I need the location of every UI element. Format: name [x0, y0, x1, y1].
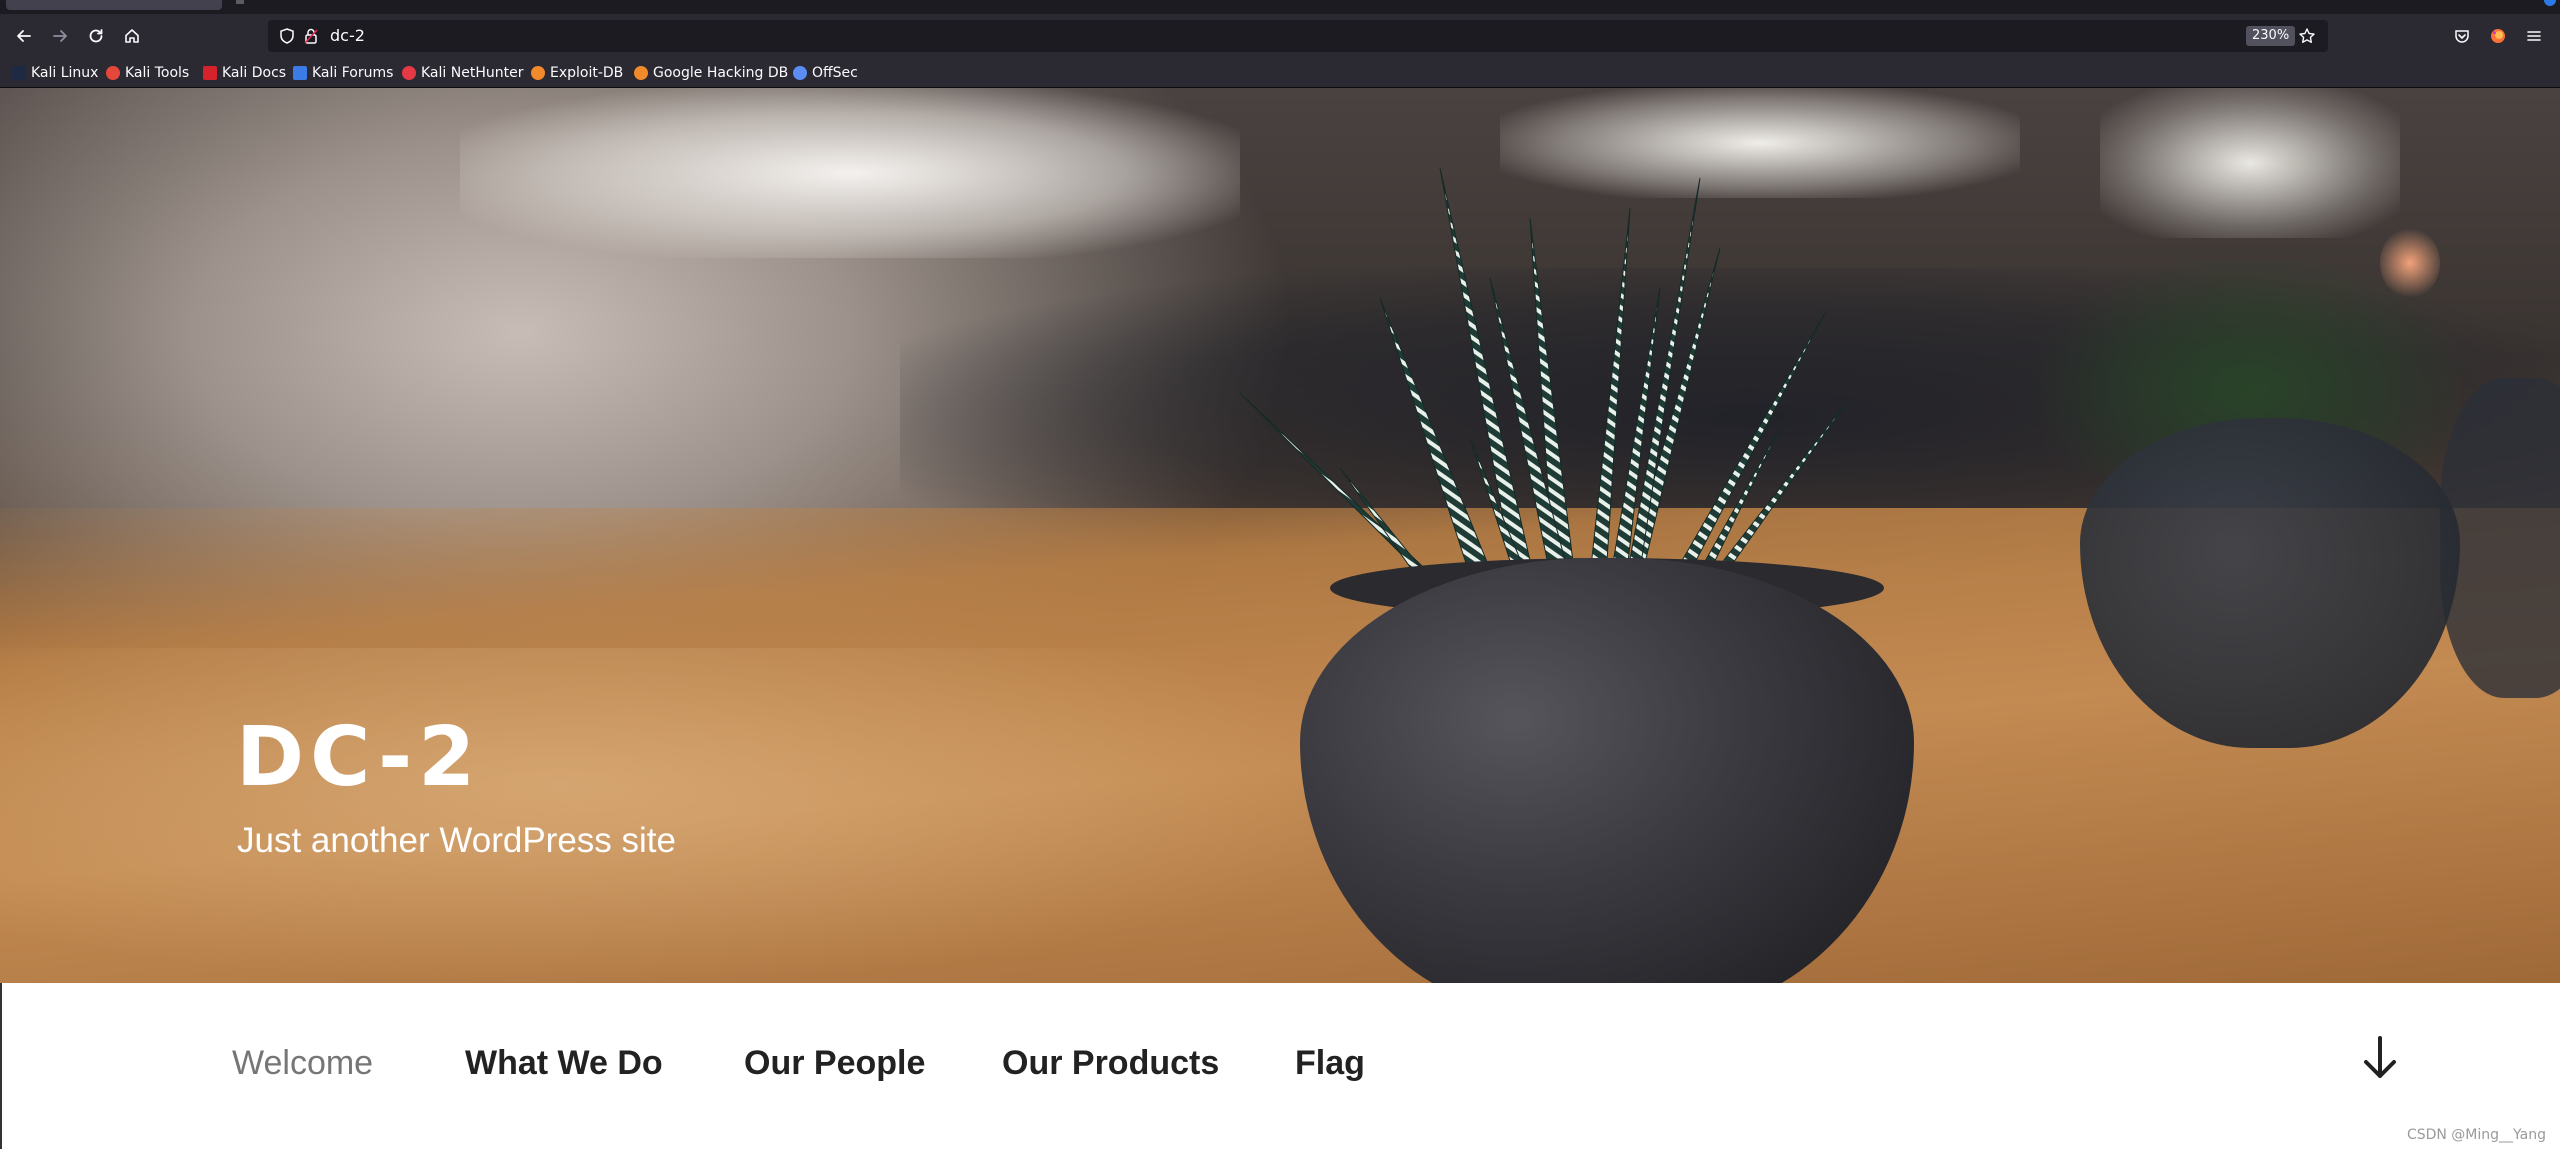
menu-item-our-people[interactable]: Our People	[744, 1044, 925, 1083]
bookmark-star-icon[interactable]	[2298, 27, 2316, 45]
bookmark-label: Kali Docs	[222, 65, 287, 81]
bookmark-exploit-db[interactable]: Exploit-DB	[531, 63, 623, 83]
exploit-db-icon	[531, 66, 545, 80]
bookmark-label: Kali Tools	[125, 65, 190, 81]
bookmark-label: OffSec	[812, 65, 858, 81]
kali-dragon-icon	[12, 66, 26, 80]
bookmark-label: Kali Linux	[31, 65, 99, 81]
forward-arrow-icon	[53, 30, 67, 42]
bookmark-kali-nethunter[interactable]: Kali NetHunter	[402, 63, 523, 83]
pocket-button[interactable]	[2448, 22, 2476, 50]
bookmark-kali-linux[interactable]: Kali Linux	[12, 63, 98, 83]
scroll-down-arrow-icon[interactable]	[2360, 1034, 2400, 1082]
nethunter-icon	[402, 66, 416, 80]
bookmark-kali-forums[interactable]: Kali Forums	[293, 63, 393, 83]
bookmark-label: Exploit-DB	[550, 65, 624, 81]
kali-docs-icon	[203, 66, 217, 80]
back-button[interactable]	[10, 22, 38, 50]
offsec-icon	[793, 66, 807, 80]
bookmark-label: Kali NetHunter	[421, 65, 524, 81]
firefox-icon	[2491, 29, 2505, 43]
tab-separator	[236, 0, 244, 4]
reload-button[interactable]	[82, 22, 110, 50]
plant-pot	[1300, 558, 1914, 983]
account-badge-icon[interactable]	[2544, 0, 2556, 6]
firefox-account-button[interactable]	[2484, 22, 2512, 50]
menu-item-what-we-do[interactable]: What We Do	[465, 1044, 663, 1083]
forward-button[interactable]	[46, 22, 74, 50]
kali-forums-icon	[293, 66, 307, 80]
site-tagline: Just another WordPress site	[237, 821, 676, 860]
bookmark-kali-docs[interactable]: Kali Docs	[203, 63, 286, 83]
menu-item-welcome[interactable]: Welcome	[232, 1044, 373, 1083]
site-title[interactable]: DC-2	[236, 710, 481, 805]
address-bar[interactable]: dc-2 230%	[268, 20, 2328, 52]
zoom-level-badge[interactable]: 230%	[2246, 26, 2296, 46]
home-icon	[125, 29, 139, 43]
bookmark-kali-tools[interactable]: Kali Tools	[106, 63, 189, 83]
tracking-shield-icon[interactable]	[278, 27, 296, 45]
kali-tools-icon	[106, 66, 120, 80]
home-button[interactable]	[118, 22, 146, 50]
app-menu-button[interactable]	[2520, 22, 2548, 50]
menu-item-our-products[interactable]: Our Products	[1002, 1044, 1219, 1083]
page-viewport: DC-2 Just another WordPress site Welcome…	[0, 88, 2560, 1149]
bookmark-label: Google Hacking DB	[653, 65, 789, 81]
bookmark-google-hacking-db[interactable]: Google Hacking DB	[634, 63, 788, 83]
header-hero-image: DC-2 Just another WordPress site	[0, 88, 2560, 983]
active-tab[interactable]	[6, 0, 222, 10]
ghdb-icon	[634, 66, 648, 80]
back-arrow-icon	[17, 30, 31, 42]
hamburger-menu-icon	[2527, 31, 2541, 41]
url-text[interactable]: dc-2	[330, 26, 365, 45]
pocket-icon	[2455, 30, 2469, 43]
bookmarks-toolbar: Kali Linux Kali Tools Kali Docs Kali For…	[0, 58, 2560, 88]
reload-icon	[89, 29, 103, 43]
csdn-watermark: CSDN @Ming__Yang	[2406, 1127, 2546, 1143]
insecure-lock-icon[interactable]	[302, 27, 320, 45]
bookmark-label: Kali Forums	[312, 65, 394, 81]
menu-item-flag[interactable]: Flag	[1295, 1044, 1365, 1083]
bookmark-offsec[interactable]: OffSec	[793, 63, 858, 83]
tab-strip	[0, 0, 2560, 14]
navigation-toolbar: dc-2 230%	[0, 14, 2560, 58]
